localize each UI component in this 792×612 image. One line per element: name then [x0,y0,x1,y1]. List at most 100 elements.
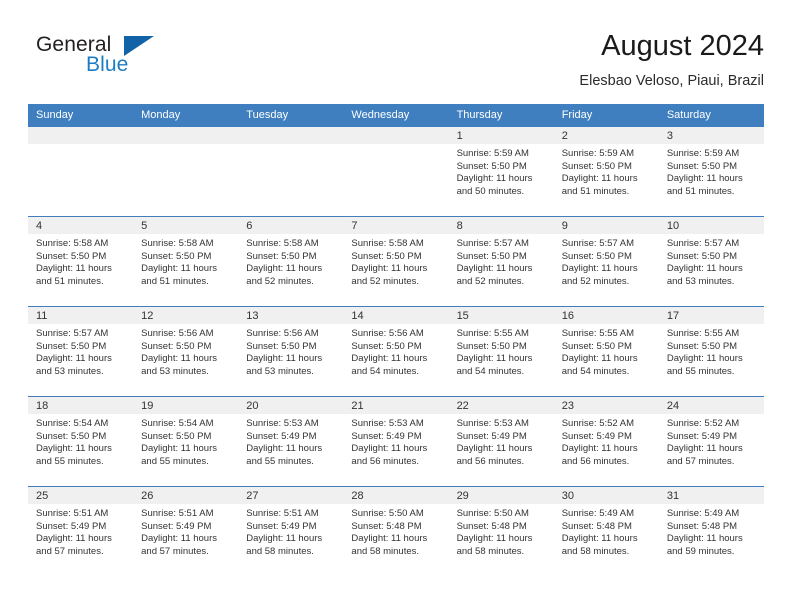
day-detail-line: Sunset: 5:50 PM [666,340,738,352]
calendar-day-cell[interactable]: 9 Sunrise: 5:57 AM Sunset: 5:50 PM Daylight… [553,216,659,307]
calendar-day-cell[interactable]: 21 Sunrise: 5:53 AM Sunset: 5:49 PM Dayligh… [343,396,449,487]
calendar-grid: Sunday Monday Tuesday Wednesday Thursday… [28,104,764,577]
calendar-day-cell[interactable]: 5 Sunrise: 5:58 AM Sunset: 5:50 PM Daylight… [133,216,239,307]
day-detail-line: Sunset: 5:50 PM [666,250,738,262]
calendar-day-cell[interactable]: 12 Sunrise: 5:56 AM Sunset: 5:50 PM Dayligh… [133,306,239,397]
day-number: 13 [238,307,344,324]
day-details: Sunrise: 5:55 AM Sunset: 5:50 PM Daylight:… [449,324,554,378]
day-detail-line: Sunset: 5:48 PM [666,520,738,532]
day-detail-line: and 59 minutes. [666,545,735,557]
day-detail-line: Sunrise: 5:59 AM [561,148,635,159]
calendar-day-cell[interactable]: 2 Sunrise: 5:59 AM Sunset: 5:50 PM Daylight… [553,126,659,217]
day-detail-line: Sunrise: 5:53 AM [351,418,424,429]
day-detail-line: Sunrise: 5:55 AM [456,328,529,339]
calendar-day-cell[interactable]: 19 Sunrise: 5:54 AM Sunset: 5:50 PM Dayligh… [133,396,239,487]
calendar-day-cell[interactable]: 30 Sunrise: 5:49 AM Sunset: 5:48 PM Dayligh… [553,486,659,577]
dow-header-sunday: Sunday [28,104,134,127]
calendar-day-cell[interactable]: 27 Sunrise: 5:51 AM Sunset: 5:49 PM Dayligh… [238,486,344,577]
day-number: 7 [343,217,449,234]
day-detail-line: and 51 minutes. [36,275,104,287]
calendar-day-cell[interactable]: 23 Sunrise: 5:52 AM Sunset: 5:49 PM Dayligh… [553,396,659,487]
calendar-day-cell[interactable]: 25 Sunrise: 5:51 AM Sunset: 5:49 PM Dayligh… [28,486,134,577]
calendar-day-cell[interactable]: 1 Sunrise: 5:59 AM Sunset: 5:50 PM Daylight… [448,126,554,217]
day-detail-line: and 52 minutes. [351,275,420,287]
day-detail-line: Sunset: 5:50 PM [561,340,632,352]
general-blue-logo[interactable]: General Blue [28,30,268,88]
day-detail-line: Sunrise: 5:53 AM [246,418,319,429]
day-details: Sunrise: 5:51 AM Sunset: 5:49 PM Daylight:… [238,504,343,558]
calendar-day-cell[interactable]: 16 Sunrise: 5:55 AM Sunset: 5:50 PM Dayligh… [553,306,659,397]
day-details: Sunrise: 5:53 AM Sunset: 5:49 PM Daylight:… [343,414,448,468]
dow-header-saturday: Saturday [658,104,764,127]
day-number: 26 [133,487,239,504]
day-details: Sunrise: 5:50 AM Sunset: 5:48 PM Daylight:… [449,504,554,558]
day-details: Sunrise: 5:57 AM Sunset: 5:50 PM Daylight:… [659,234,764,288]
calendar-day-cell[interactable]: 17 Sunrise: 5:55 AM Sunset: 5:50 PM Dayligh… [658,306,764,397]
day-detail-line: Daylight: 11 hours [141,353,218,365]
day-details: Sunrise: 5:52 AM Sunset: 5:49 PM Daylight:… [554,414,659,468]
day-detail-line: Sunset: 5:50 PM [36,430,107,442]
day-detail-line: Sunset: 5:50 PM [561,250,632,262]
day-detail-line: Sunrise: 5:49 AM [561,508,635,519]
day-detail-line: and 55 minutes. [36,455,104,467]
day-details: Sunrise: 5:51 AM Sunset: 5:49 PM Daylight:… [28,504,133,558]
calendar-day-cell[interactable]: 31 Sunrise: 5:49 AM Sunset: 5:48 PM Dayligh… [658,486,764,577]
day-details: Sunrise: 5:52 AM Sunset: 5:49 PM Daylight:… [659,414,764,468]
calendar-day-cell[interactable]: 18 Sunrise: 5:54 AM Sunset: 5:50 PM Dayligh… [28,396,134,487]
day-detail-line: Daylight: 11 hours [456,353,533,365]
day-number: 24 [658,397,764,414]
day-detail-line: Sunrise: 5:54 AM [141,418,214,429]
page-header: General Blue August 2024 Elesbao Veloso,… [28,28,764,96]
day-detail-line: Daylight: 11 hours [351,353,428,365]
day-detail-line: Sunrise: 5:52 AM [666,418,740,429]
day-number: 12 [133,307,239,324]
day-details: Sunrise: 5:49 AM Sunset: 5:48 PM Daylight:… [554,504,659,558]
day-details: Sunrise: 5:51 AM Sunset: 5:49 PM Daylight:… [133,504,238,558]
dow-header-wednesday: Wednesday [343,104,449,127]
day-detail-line: and 55 minutes. [666,365,735,377]
calendar-day-cell[interactable]: 4 Sunrise: 5:58 AM Sunset: 5:50 PM Daylight… [28,216,134,307]
day-detail-line: and 52 minutes. [246,275,314,287]
day-number: 10 [658,217,764,234]
day-number [133,127,239,144]
calendar-day-cell[interactable]: 3 Sunrise: 5:59 AM Sunset: 5:50 PM Daylight… [658,126,764,217]
day-detail-line: Sunset: 5:49 PM [36,520,107,532]
day-details [133,144,238,148]
day-detail-line: Sunrise: 5:51 AM [246,508,319,519]
calendar-day-cell[interactable]: 8 Sunrise: 5:57 AM Sunset: 5:50 PM Daylight… [448,216,554,307]
calendar-day-cell[interactable]: 24 Sunrise: 5:52 AM Sunset: 5:49 PM Dayligh… [658,396,764,487]
calendar-day-cell[interactable]: 14 Sunrise: 5:56 AM Sunset: 5:50 PM Dayligh… [343,306,449,397]
day-detail-line: Sunrise: 5:50 AM [456,508,529,519]
day-number: 17 [658,307,764,324]
calendar-day-cell[interactable]: 26 Sunrise: 5:51 AM Sunset: 5:49 PM Dayligh… [133,486,239,577]
calendar-day-cell[interactable]: 28 Sunrise: 5:50 AM Sunset: 5:48 PM Dayligh… [343,486,449,577]
day-detail-line: Daylight: 11 hours [456,443,533,455]
day-detail-line: and 53 minutes. [666,275,735,287]
day-number: 9 [553,217,659,234]
calendar-day-cell[interactable]: 22 Sunrise: 5:53 AM Sunset: 5:49 PM Dayligh… [448,396,554,487]
day-detail-line: Daylight: 11 hours [36,263,112,275]
calendar-day-cell[interactable]: 13 Sunrise: 5:56 AM Sunset: 5:50 PM Dayligh… [238,306,344,397]
calendar-day-cell[interactable]: 11 Sunrise: 5:57 AM Sunset: 5:50 PM Dayligh… [28,306,134,397]
calendar-day-cell[interactable]: 10 Sunrise: 5:57 AM Sunset: 5:50 PM Dayligh… [658,216,764,307]
day-detail-line: Daylight: 11 hours [561,173,638,185]
day-detail-line: Daylight: 11 hours [666,263,743,275]
calendar-day-cell[interactable]: 7 Sunrise: 5:58 AM Sunset: 5:50 PM Daylight… [343,216,449,307]
calendar-day-cell[interactable]: 29 Sunrise: 5:50 AM Sunset: 5:48 PM Dayligh… [448,486,554,577]
calendar-week-row: 18 Sunrise: 5:54 AM Sunset: 5:50 PM Dayligh… [28,396,764,487]
calendar-week-row: 25 Sunrise: 5:51 AM Sunset: 5:49 PM Dayligh… [28,486,764,577]
triangle-icon [124,36,154,56]
day-detail-line: Daylight: 11 hours [666,353,743,365]
day-detail-line: Sunrise: 5:57 AM [666,238,740,249]
day-number: 30 [553,487,659,504]
calendar-day-cell[interactable]: 20 Sunrise: 5:53 AM Sunset: 5:49 PM Dayligh… [238,396,344,487]
day-details: Sunrise: 5:55 AM Sunset: 5:50 PM Daylight:… [554,324,659,378]
day-detail-line: Daylight: 11 hours [141,263,218,275]
calendar-day-cell[interactable]: 15 Sunrise: 5:55 AM Sunset: 5:50 PM Dayligh… [448,306,554,397]
calendar-day-cell[interactable]: 6 Sunrise: 5:58 AM Sunset: 5:50 PM Daylight… [238,216,344,307]
day-of-week-header-row: Sunday Monday Tuesday Wednesday Thursday… [28,104,764,127]
day-detail-line: Sunrise: 5:59 AM [666,148,740,159]
day-number: 28 [343,487,449,504]
day-detail-line: Sunrise: 5:57 AM [456,238,529,249]
day-detail-line: and 58 minutes. [246,545,314,557]
